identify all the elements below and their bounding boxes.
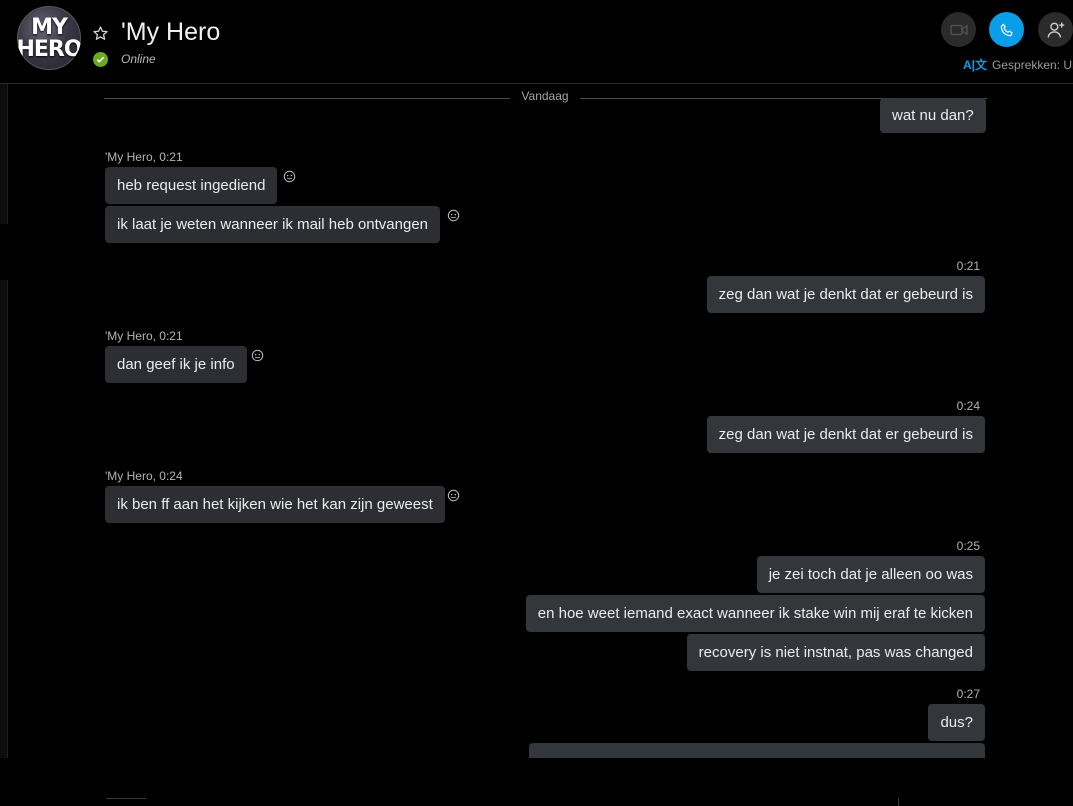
reaction-emoji-icon[interactable]	[251, 349, 264, 362]
avatar[interactable]: MY HERO	[17, 6, 81, 70]
add-people-button[interactable]	[1038, 12, 1073, 47]
message-list[interactable]: Vandaag wat nu dan? 'My Hero, 0:21 heb r…	[0, 84, 1073, 758]
message-bubble-outgoing[interactable]: en hoe weet iemand exact wanneer ik stak…	[525, 595, 985, 632]
online-status-icon	[93, 52, 108, 67]
message-text: recovery is niet instnat, pas was change…	[698, 644, 973, 661]
message-text: dus?	[940, 714, 973, 731]
message-time: 0:24	[956, 399, 980, 413]
message-bubble-incoming[interactable]: ik ben ff aan het kijken wie het kan zij…	[105, 486, 445, 523]
message-sender-time: 'My Hero, 0:21	[105, 329, 183, 343]
message-time: 0:21	[956, 259, 980, 273]
status-text: Online	[121, 52, 156, 66]
message-bubble-outgoing[interactable]: je zei toch dat je alleen oo was	[756, 556, 985, 593]
video-call-button[interactable]	[941, 12, 976, 47]
avatar-text-line1: MY	[31, 15, 68, 40]
message-sender-time: 'My Hero, 0:21	[105, 150, 183, 164]
message-text: ik laat je weten wanneer ik mail heb ont…	[117, 216, 429, 233]
message-text: dan geef ik je info	[117, 356, 235, 373]
audio-call-button[interactable]	[989, 12, 1024, 47]
reaction-emoji-icon[interactable]	[447, 489, 460, 502]
message-sender-time: 'My Hero, 0:24	[105, 469, 183, 483]
composer-area	[0, 758, 1073, 806]
composer-edge	[106, 798, 146, 802]
message-bubble-outgoing-partial[interactable]	[529, 743, 985, 758]
message-bubble-incoming[interactable]: dan geef ik je info	[105, 346, 247, 383]
add-person-icon	[1047, 22, 1064, 37]
translator-label: Gesprekken: Uit	[992, 58, 1073, 72]
message-text: ik ben ff aan het kijken wie het kan zij…	[117, 496, 433, 513]
message-text: je zei toch dat je alleen oo was	[768, 566, 973, 583]
phone-icon	[1000, 23, 1013, 36]
message-text: wat nu dan?	[892, 107, 974, 124]
reaction-emoji-icon[interactable]	[283, 170, 296, 183]
composer-separator	[898, 798, 899, 806]
message-text: zeg dan wat je denkt dat er gebeurd is	[718, 426, 973, 443]
translator-toggle[interactable]: A|文 Gesprekken: Uit	[963, 56, 1073, 73]
conversation-header: MY HERO 'My Hero Online A|文 Gesprekken: U…	[0, 0, 1073, 84]
message-text: en hoe weet iemand exact wanneer ik stak…	[537, 605, 973, 622]
reaction-emoji-icon[interactable]	[447, 209, 460, 222]
message-text: zeg dan wat je denkt dat er gebeurd is	[718, 286, 973, 303]
message-bubble-incoming[interactable]: ik laat je weten wanneer ik mail heb ont…	[105, 206, 441, 243]
date-divider: Vandaag	[510, 89, 580, 103]
message-bubble-outgoing[interactable]: dus?	[928, 704, 985, 741]
video-camera-icon	[949, 24, 968, 35]
message-time: 0:27	[956, 687, 980, 701]
message-bubble-outgoing[interactable]: zeg dan wat je denkt dat er gebeurd is	[706, 416, 985, 453]
message-time: 0:25	[956, 539, 980, 553]
message-bubble-incoming[interactable]: heb request ingediend	[105, 167, 278, 204]
star-icon[interactable]	[92, 25, 109, 42]
message-bubble-outgoing[interactable]: wat nu dan?	[880, 98, 986, 133]
message-bubble-outgoing[interactable]: recovery is niet instnat, pas was change…	[686, 634, 985, 671]
translate-icon: A|文	[963, 58, 988, 72]
message-bubble-outgoing[interactable]: zeg dan wat je denkt dat er gebeurd is	[706, 276, 985, 313]
message-text: heb request ingediend	[117, 177, 266, 194]
avatar-text-line2: HERO	[17, 37, 81, 62]
contact-name[interactable]: 'My Hero	[121, 18, 220, 47]
